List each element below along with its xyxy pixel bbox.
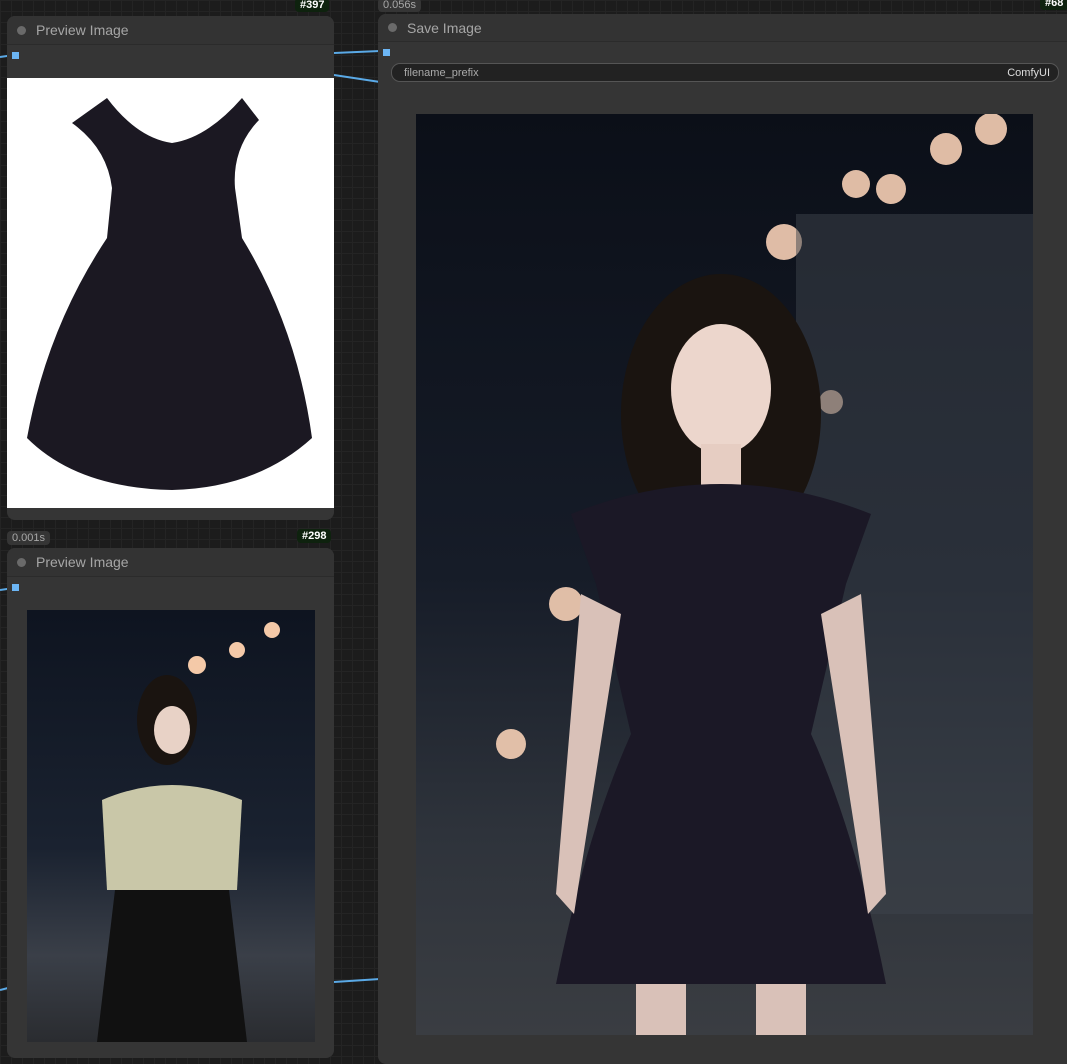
node-id-badge: #68 — [1040, 0, 1067, 10]
node-title-bar[interactable]: Save Image — [378, 14, 1067, 42]
input-slot-images[interactable] — [383, 49, 390, 56]
save-image-node[interactable]: Save Image filename_prefix ComfyUI — [378, 14, 1067, 1064]
node-id-badge: #397 — [295, 0, 330, 12]
preview-image-node[interactable]: Preview Image — [7, 16, 334, 520]
preview-image[interactable] — [27, 610, 315, 1042]
photo-woman-blouse — [97, 622, 280, 1042]
node-title-bar[interactable]: Preview Image — [7, 548, 334, 577]
collapse-dot-icon[interactable] — [17, 25, 26, 35]
node-title: Save Image — [407, 19, 482, 36]
node-id-badge: #298 — [297, 529, 332, 543]
link — [333, 978, 381, 983]
input-slot-images[interactable] — [12, 52, 19, 59]
collapse-dot-icon[interactable] — [17, 557, 26, 567]
collapse-dot-icon[interactable] — [388, 23, 397, 32]
node-title-bar[interactable]: Preview Image — [7, 16, 334, 45]
widget-value: ComfyUI — [1007, 66, 1050, 79]
node-title: Preview Image — [36, 22, 129, 38]
input-slot-images[interactable] — [12, 584, 19, 591]
execution-time-badge: 0.001s — [7, 531, 51, 545]
preview-image[interactable] — [7, 78, 334, 508]
link — [333, 74, 381, 83]
node-title: Preview Image — [36, 554, 129, 570]
preview-image-node[interactable]: Preview Image — [7, 548, 334, 1058]
dress-image — [27, 98, 312, 490]
link — [333, 50, 381, 54]
photo-woman-black-dress — [496, 114, 1033, 1035]
widget-label: filename_prefix — [404, 66, 479, 79]
execution-time-badge: 0.056s — [378, 0, 422, 12]
filename-prefix-input[interactable]: filename_prefix ComfyUI — [391, 63, 1059, 82]
saved-image[interactable] — [416, 114, 1033, 1035]
